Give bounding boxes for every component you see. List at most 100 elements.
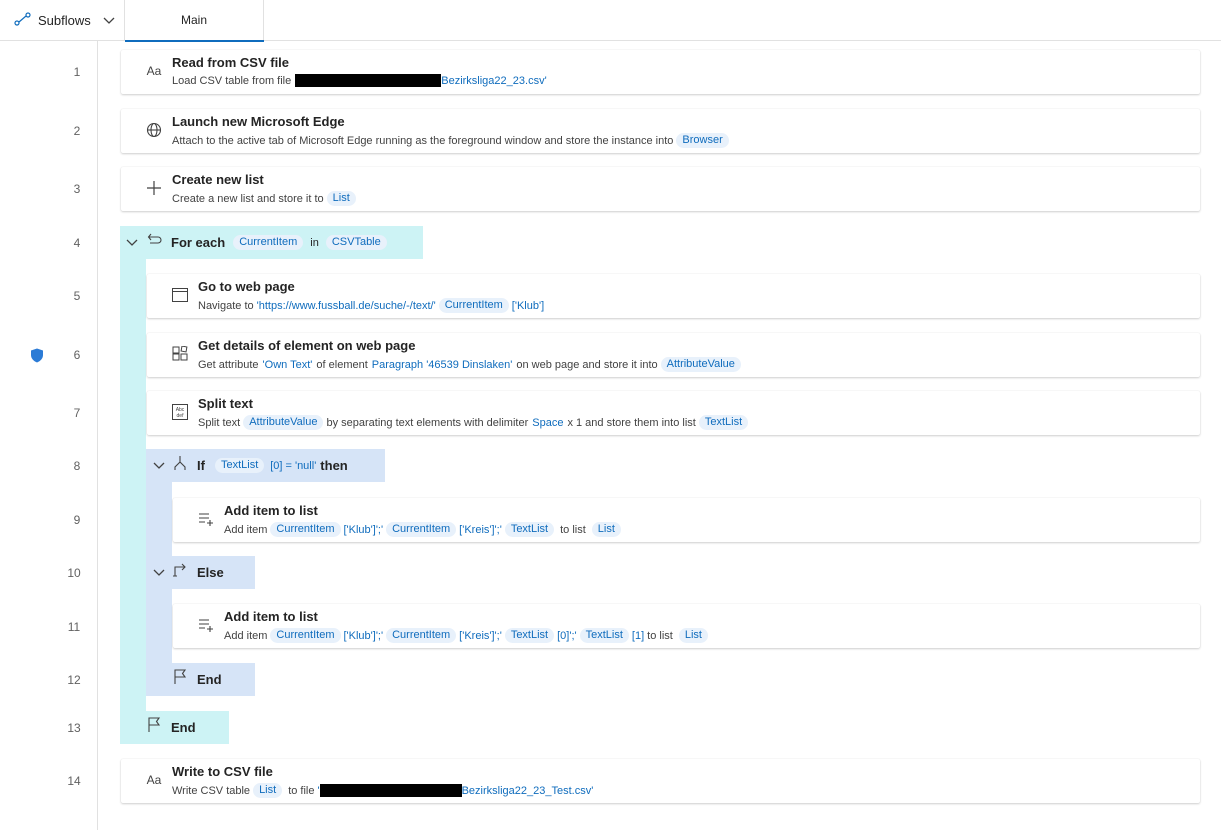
action-description: Get attribute 'Own Text' of element Para…	[198, 357, 744, 372]
branch-icon	[172, 455, 188, 476]
action-read-csv[interactable]: Aa Read from CSV file Load CSV table fro…	[121, 50, 1200, 94]
line-number: 8	[73, 459, 81, 473]
action-title: Create new list	[172, 172, 264, 187]
action-add-item-to-list[interactable]: Add item to list Add item CurrentItem ['…	[173, 498, 1200, 542]
line-number: 9	[73, 513, 81, 527]
variable-token: List	[678, 628, 708, 643]
action-get-element-details[interactable]: Get details of element on web page Get a…	[147, 333, 1200, 377]
action-description: Navigate to 'https://www.fussball.de/suc…	[198, 298, 544, 313]
action-write-csv[interactable]: Aa Write to CSV file Write CSV table Lis…	[121, 759, 1200, 803]
action-description: Write CSV table List to file ' Bezirksli…	[172, 783, 593, 798]
index-literal: ['Kreis']';'	[459, 523, 502, 536]
index-literal: ['Klub']';'	[343, 523, 384, 536]
add-list-icon	[197, 616, 215, 634]
index-literal: ['Kreis']';'	[459, 629, 502, 642]
redacted-path	[295, 74, 442, 87]
flag-icon	[173, 669, 187, 690]
line-number: 3	[73, 182, 81, 196]
shield-icon	[30, 348, 44, 368]
text-aa-icon: Aa	[146, 64, 162, 78]
block-title: End	[171, 720, 196, 735]
variable-token: TextList	[504, 628, 555, 643]
chevron-down-icon[interactable]	[126, 234, 138, 252]
action-description: Attach to the active tab of Microsoft Ed…	[172, 133, 732, 148]
action-launch-edge[interactable]: Launch new Microsoft Edge Attach to the …	[121, 109, 1200, 153]
desc-text: to list	[560, 523, 586, 536]
file-literal: Bezirksliga22_23.csv'	[441, 74, 547, 87]
end-if-block[interactable]: End	[146, 663, 255, 696]
line-number: 2	[73, 124, 81, 138]
subflows-label: Subflows	[38, 12, 91, 28]
chevron-down-icon[interactable]	[153, 457, 165, 475]
variable-token: Browser	[676, 133, 729, 148]
redacted-path	[319, 784, 462, 797]
variable-token: CurrentItem	[386, 628, 457, 643]
variable-token: TextList	[579, 628, 629, 643]
active-tab-indicator	[125, 40, 264, 42]
line-number: 4	[73, 236, 81, 250]
index-literal: ['Klub']	[511, 299, 545, 312]
variable-token: TextList	[214, 458, 265, 473]
action-title: Add item to list	[224, 503, 318, 518]
desc-text: Load CSV table from file	[172, 74, 292, 87]
subflows-dropdown[interactable]: Subflows	[14, 10, 115, 30]
action-description: Split text AttributeValue by separating …	[198, 415, 751, 430]
line-number: 1	[73, 65, 81, 79]
delimiter-literal: Space	[532, 416, 564, 429]
block-title: Else	[197, 565, 224, 580]
action-description: Create a new list and store it to List	[172, 191, 359, 206]
variable-token: List	[326, 191, 356, 206]
variable-token: CSVTable	[325, 235, 387, 250]
end-loop-block[interactable]: End	[120, 711, 229, 744]
desc-text: Write CSV table	[172, 784, 251, 797]
action-create-list[interactable]: Create new list Create a new list and st…	[121, 167, 1200, 211]
line-number: 7	[73, 406, 81, 420]
gutter-divider	[97, 41, 98, 830]
line-number: 13	[67, 721, 81, 735]
element-literal: Paragraph '46539 Dinslaken'	[371, 358, 513, 371]
action-add-item-to-list[interactable]: Add item to list Add item CurrentItem ['…	[173, 604, 1200, 648]
tab-main-label: Main	[180, 13, 207, 27]
action-title: Read from CSV file	[172, 55, 290, 70]
desc-text: Add item	[224, 629, 268, 642]
variable-token: CurrentItem	[270, 522, 341, 537]
for-each-block[interactable]: For each CurrentItem in CSVTable	[120, 226, 423, 259]
tab-main[interactable]: Main	[125, 0, 264, 42]
action-title: Launch new Microsoft Edge	[172, 114, 345, 129]
loop-icon	[146, 233, 162, 252]
variable-token: List	[253, 783, 283, 798]
value-literal: 'null'	[294, 459, 317, 472]
desc-text: by separating text elements with delimit…	[326, 416, 529, 429]
attribute-literal: 'Own Text'	[262, 358, 313, 371]
split-text-icon: Abc def	[171, 403, 189, 421]
block-title: For each	[171, 235, 226, 250]
block-title: If	[197, 458, 205, 473]
flag-icon	[147, 717, 161, 738]
index-literal: [0]';'	[557, 629, 577, 642]
else-block[interactable]: Else	[146, 556, 255, 589]
line-number: 11	[67, 620, 81, 634]
variable-token: TextList	[698, 415, 749, 430]
desc-text: Create a new list and store it to	[172, 192, 324, 205]
loop-body-strip	[120, 259, 146, 711]
index-literal: ['Klub']';'	[343, 629, 384, 642]
if-block[interactable]: If TextList [0] = 'null' then	[146, 449, 385, 482]
chevron-down-icon[interactable]	[153, 564, 165, 582]
variable-token: AttributeValue	[660, 357, 741, 372]
if-body-strip	[146, 482, 172, 556]
variable-token: CurrentItem	[270, 628, 341, 643]
keyword-in: in	[310, 236, 319, 249]
action-title: Go to web page	[198, 279, 295, 294]
desc-text: Attach to the active tab of Microsoft Ed…	[172, 134, 674, 147]
element-grid-icon	[171, 345, 189, 363]
keyword-then: then	[320, 458, 348, 473]
line-number: 10	[67, 566, 81, 580]
line-number: 14	[67, 774, 81, 788]
action-go-to-web-page[interactable]: Go to web page Navigate to 'https://www.…	[147, 274, 1200, 318]
add-list-icon	[197, 510, 215, 528]
else-branch-icon	[172, 563, 188, 582]
plus-icon	[145, 179, 163, 197]
variable-token: AttributeValue	[243, 415, 324, 430]
desc-text: to file	[288, 784, 315, 797]
action-split-text[interactable]: Abc def Split text Split text AttributeVa…	[147, 391, 1200, 435]
